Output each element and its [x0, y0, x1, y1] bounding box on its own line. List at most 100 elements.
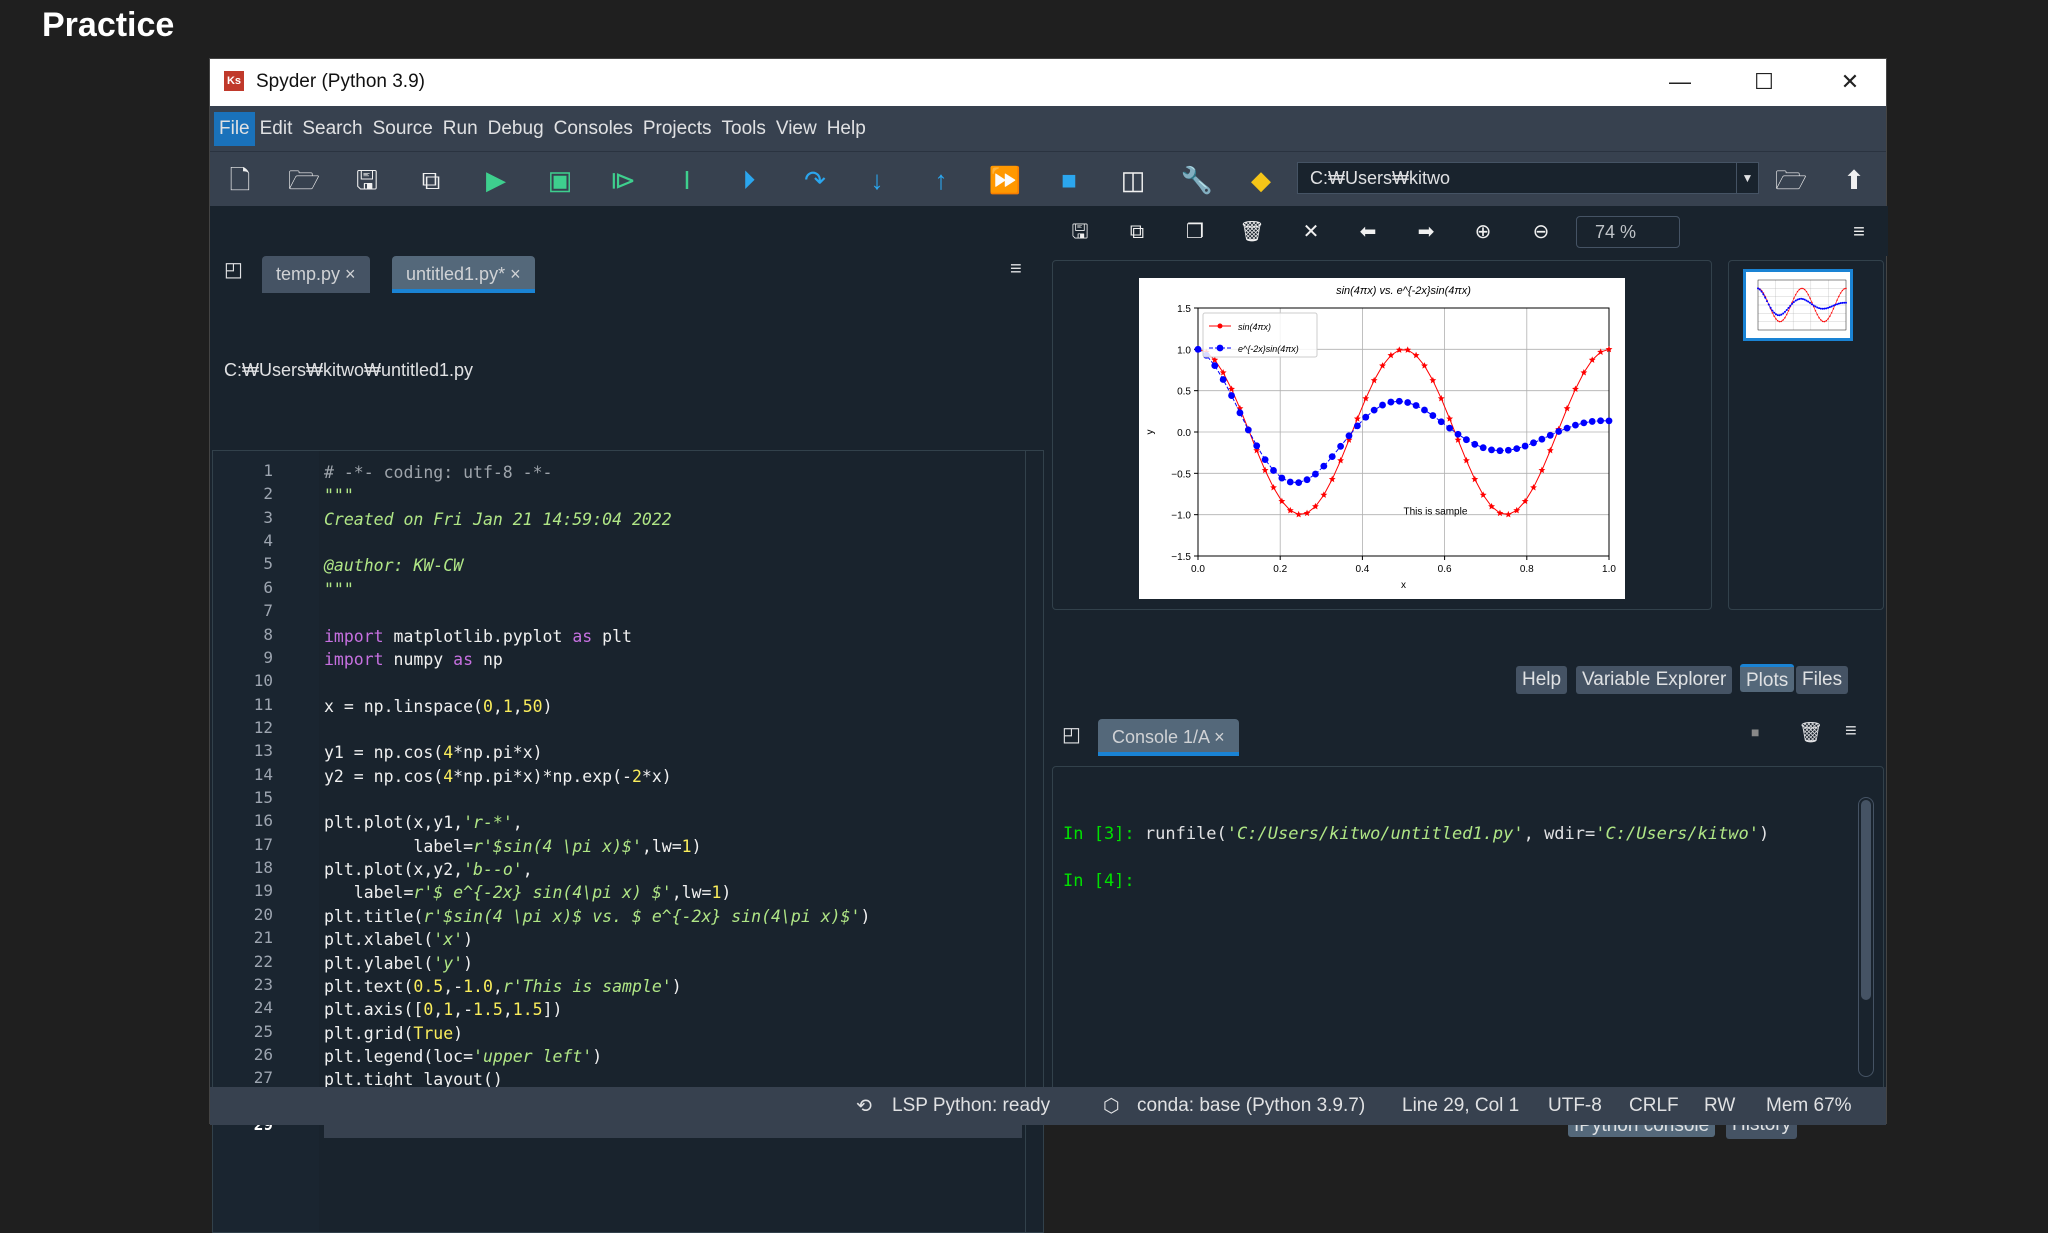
y-tick-label: 0.0 [1177, 428, 1191, 439]
run-cell-icon[interactable]: ▣ [542, 162, 578, 198]
menu-tools[interactable]: Tools [717, 112, 771, 146]
close-tab-icon[interactable]: × [1214, 727, 1225, 747]
data-point [1320, 462, 1328, 470]
chevron-down-icon[interactable]: ▼ [1736, 163, 1758, 193]
browse-tabs-icon[interactable]: ◰ [224, 257, 243, 282]
save-all-icon[interactable]: ⧉ [413, 162, 449, 198]
menu-projects[interactable]: Projects [638, 112, 717, 146]
next-icon[interactable]: ➡ [1412, 218, 1440, 246]
data-point [1810, 303, 1813, 306]
debug-icon[interactable]: ⏵ [731, 162, 767, 198]
legend: sin(4πx) e^{-2x}sin(4πx) [1202, 312, 1318, 358]
code-token: ) [453, 1023, 464, 1043]
data-point [1379, 401, 1386, 409]
data-point [1803, 298, 1806, 301]
maximize-pane-icon[interactable]: ◫ [1115, 162, 1151, 198]
hamburger-icon[interactable]: ≡ [1845, 720, 1857, 743]
data-point [1362, 394, 1370, 402]
zoom-out-icon[interactable]: ⊖ [1527, 218, 1555, 246]
remove-all-icon[interactable]: ✕ [1297, 218, 1325, 246]
step-return-icon[interactable]: ↑ [923, 162, 959, 198]
tab-untitled1-py[interactable]: untitled1.py* × [392, 256, 535, 293]
code-line: import numpy as np [324, 648, 503, 671]
python-path-icon[interactable]: ◆ [1243, 162, 1279, 198]
browse-tabs-icon[interactable]: ◰ [1062, 722, 1081, 747]
save-plot-icon[interactable]: 🖫 [1066, 218, 1094, 246]
series-line-2 [1197, 348, 1610, 484]
menu-edit[interactable]: Edit [255, 112, 298, 146]
legend-label: sin(4πx) [1238, 322, 1271, 332]
data-point [1823, 320, 1826, 323]
remove-plot-icon[interactable]: 🗑 [1238, 218, 1266, 246]
zoom-level-input[interactable]: 74 % [1576, 216, 1680, 248]
data-point [1236, 409, 1244, 417]
eol-mode: CRLF [1629, 1095, 1679, 1116]
conda-env: conda: base (Python 3.9.7) [1137, 1095, 1366, 1116]
zoom-in-icon[interactable]: ⊕ [1469, 218, 1497, 246]
data-point [1794, 299, 1797, 302]
menu-run[interactable]: Run [438, 112, 483, 146]
working-directory-input[interactable]: C:₩Users₩kitwo ▼ [1297, 162, 1759, 194]
tab-console[interactable]: Console 1/A × [1098, 719, 1239, 756]
continue-icon[interactable]: ⏩ [987, 162, 1023, 198]
ipython-console[interactable]: In [3]: runfile('C:/Users/kitwo/untitled… [1052, 766, 1884, 1101]
x-tick-label: 0.8 [1520, 564, 1534, 575]
close-button[interactable]: ✕ [1820, 65, 1880, 99]
line-number: 24 [253, 998, 273, 1018]
code-line: # -*- coding: utf-8 -*- [324, 461, 552, 484]
menu-source[interactable]: Source [368, 112, 438, 146]
arrow-up-icon[interactable]: ⬆ [1836, 162, 1872, 198]
menu-view[interactable]: View [771, 112, 822, 146]
tab-temp-py[interactable]: temp.py × [262, 256, 370, 293]
hamburger-icon[interactable]: ≡ [1845, 218, 1873, 246]
folder-icon[interactable]: 🗁 [1773, 162, 1809, 198]
data-point [1805, 299, 1808, 302]
data-point [1780, 313, 1783, 316]
code-line: plt.legend(loc='upper left') [324, 1045, 602, 1068]
run-cell-advance-icon[interactable]: ⧐ [605, 162, 641, 198]
plot-thumbnail[interactable] [1743, 269, 1853, 341]
copy-icon[interactable]: ❐ [1181, 218, 1209, 246]
scrollbar-thumb[interactable] [1861, 800, 1871, 1000]
console-scrollbar[interactable] [1858, 797, 1874, 1077]
y-tick-label: −1.0 [1171, 511, 1191, 522]
menu-file[interactable]: File [214, 111, 255, 146]
close-tab-icon[interactable]: × [345, 264, 356, 284]
hamburger-icon[interactable]: ≡ [1010, 258, 1022, 281]
data-point [1830, 305, 1833, 308]
previous-icon[interactable]: ⬅ [1354, 218, 1382, 246]
line-number: 20 [253, 904, 273, 924]
code-line: Created on Fri Jan 21 14:59:04 2022 [324, 508, 672, 531]
data-point [1812, 304, 1815, 307]
code-line: """ [324, 578, 354, 601]
code-token: ]) [542, 1000, 563, 1020]
code-line: import matplotlib.pyplot as plt [324, 625, 632, 648]
code-line: plt.plot(x,y2,'b--o', [324, 858, 533, 881]
step-into-icon[interactable]: ↓ [859, 162, 895, 198]
status-bar: ⟲ LSP Python: ready ⬡ conda: base (Pytho… [210, 1087, 1886, 1125]
new-file-icon[interactable]: 🗋 [222, 162, 258, 198]
save-icon[interactable]: 🖫 [349, 162, 385, 198]
run-selection-icon[interactable]: I [669, 162, 705, 198]
minimize-button[interactable]: — [1650, 65, 1710, 99]
trash-icon[interactable]: 🗑 [1798, 720, 1823, 745]
code-token: numpy [383, 649, 454, 669]
line-number: 11 [253, 694, 273, 714]
menu-debug[interactable]: Debug [483, 112, 549, 146]
menu-search[interactable]: Search [297, 112, 367, 146]
line-number: 12 [253, 717, 273, 737]
step-over-icon[interactable]: ↷ [797, 162, 833, 198]
data-point [1834, 303, 1837, 306]
data-point [1597, 417, 1605, 425]
stop-icon[interactable]: ■ [1051, 162, 1087, 198]
run-icon[interactable]: ▶ [478, 162, 514, 198]
save-all-plots-icon[interactable]: ⧉ [1123, 218, 1151, 246]
stop-kernel-icon[interactable]: ■ [1751, 724, 1759, 740]
menu-help[interactable]: Help [822, 112, 871, 146]
open-file-icon[interactable]: 🗁 [286, 162, 322, 198]
menu-bar: File Edit Search Source Run Debug Consoles Proj… [210, 106, 1886, 151]
close-tab-icon[interactable]: × [510, 264, 521, 284]
menu-consoles[interactable]: Consoles [549, 112, 638, 146]
preferences-icon[interactable]: 🔧 [1179, 162, 1215, 198]
maximize-button[interactable]: ☐ [1734, 65, 1794, 99]
